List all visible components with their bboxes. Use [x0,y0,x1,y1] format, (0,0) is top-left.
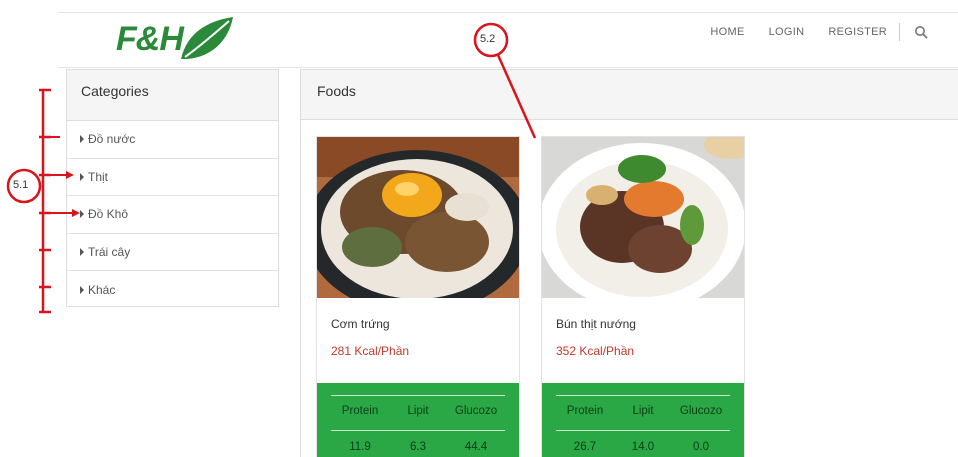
leaf-icon [180,17,233,59]
nutrition-divider [331,395,505,396]
categories-panel: Categories Đồ nước Thịt Đồ Khô Trái cây … [66,69,279,307]
column-lipit: Lipit [632,405,654,417]
food-name[interactable]: Cơm trứng [331,317,390,331]
column-glucozo: Glucozo [454,405,498,417]
category-item-trai-cay[interactable]: Trái cây [67,234,278,271]
protein-value: 11.9 [349,441,371,453]
glucozo-value: 44.4 [464,441,488,453]
column-glucozo: Glucozo [679,405,723,417]
food-card[interactable]: Cơm trứng 281 Kcal/Phần Protein Lipit Gl… [316,136,520,457]
caret-right-icon [80,247,84,256]
column-lipit: Lipit [407,405,429,417]
category-item-do-nuoc[interactable]: Đồ nước [67,121,278,159]
categories-title: Categories [67,70,278,121]
category-label: Khác [88,282,116,297]
category-item-khac[interactable]: Khác [67,271,278,309]
nutrition-divider [556,395,730,396]
nutrition-table: Protein Lipit Glucozo 11.9 6.3 44.4 [317,383,519,457]
caret-right-icon [80,172,84,181]
category-item-thit[interactable]: Thịt [67,159,278,196]
food-name[interactable]: Bún thịt nướng [556,317,636,331]
nutrition-header: Protein Lipit Glucozo [331,405,505,417]
category-label: Trái cây [88,244,131,259]
glucozo-value: 0.0 [693,441,709,453]
food-image-bun-thit-nuong[interactable] [542,137,744,298]
logo-text: F&H [116,19,184,58]
annotation-label-foods: 5.2 [480,33,496,45]
category-label: Đồ nước [88,132,136,147]
food-kcal: 352 Kcal/Phần [556,344,635,358]
brand-logo[interactable]: F&H [116,15,235,63]
nutrition-values: 11.9 6.3 44.4 [331,441,505,453]
nutrition-divider [556,430,730,431]
nutrition-values: 26.7 14.0 0.0 [556,441,730,453]
nav-divider [899,23,900,41]
nutrition-table: Protein Lipit Glucozo 26.7 14.0 0.0 [542,383,744,457]
caret-right-icon [80,210,84,219]
lipit-value: 14.0 [631,441,655,453]
nav-home[interactable]: HOME [710,26,744,38]
annotation-label-categories: 5.1 [13,179,29,191]
nutrition-divider [331,430,505,431]
nutrition-header: Protein Lipit Glucozo [556,405,730,417]
column-protein: Protein [341,405,379,417]
foods-title: Foods [301,70,958,120]
nav-login[interactable]: LOGIN [769,26,805,38]
food-card[interactable]: Bún thịt nướng 352 Kcal/Phần Protein Lip… [541,136,745,457]
food-image-com-trung[interactable] [317,137,519,298]
top-header: F&H HOME LOGIN REGISTER [58,12,958,68]
nav-register[interactable]: REGISTER [828,26,887,38]
category-label: Đồ Khô [88,207,129,222]
caret-right-icon [80,285,84,294]
caret-right-icon [80,135,84,144]
category-item-do-kho[interactable]: Đồ Khô [67,196,278,234]
food-kcal: 281 Kcal/Phần [331,344,410,358]
column-protein: Protein [566,405,604,417]
main-nav: HOME LOGIN REGISTER [686,23,928,41]
search-icon[interactable] [914,25,928,39]
lipit-value: 6.3 [410,441,426,453]
category-label: Thịt [88,169,109,184]
protein-value: 26.7 [573,441,597,453]
